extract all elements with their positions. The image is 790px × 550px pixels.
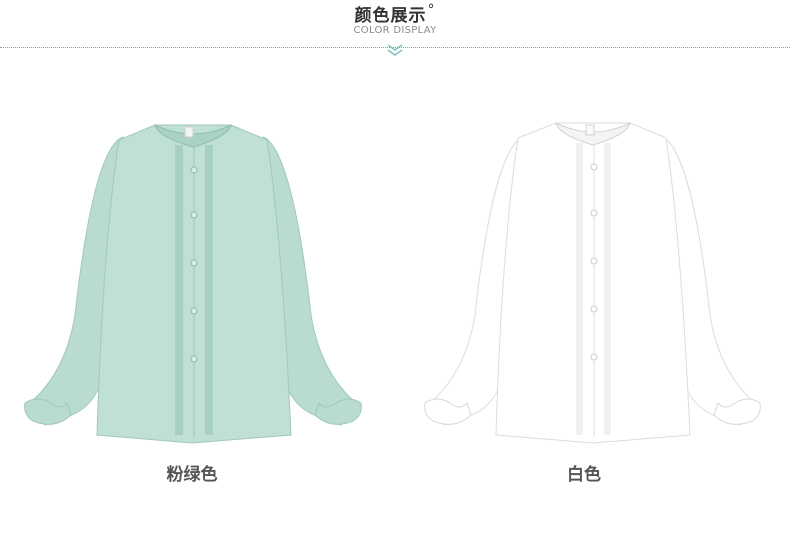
section-title-text: 颜色展示 <box>354 6 427 26</box>
section-subtitle: COLOR DISPLAY <box>353 25 437 36</box>
section-header: 颜色展示° COLOR DISPLAY <box>0 0 790 60</box>
title-degree-mark: ° <box>427 2 436 19</box>
color-label-white: 白色 <box>567 465 601 485</box>
product-image-mint-blouse <box>5 85 385 495</box>
double-chevron-down-icon <box>387 44 403 56</box>
section-title: 颜色展示° <box>0 1 790 26</box>
color-label-mint: 粉绿色 <box>166 465 218 485</box>
product-image-white-blouse <box>400 85 780 495</box>
